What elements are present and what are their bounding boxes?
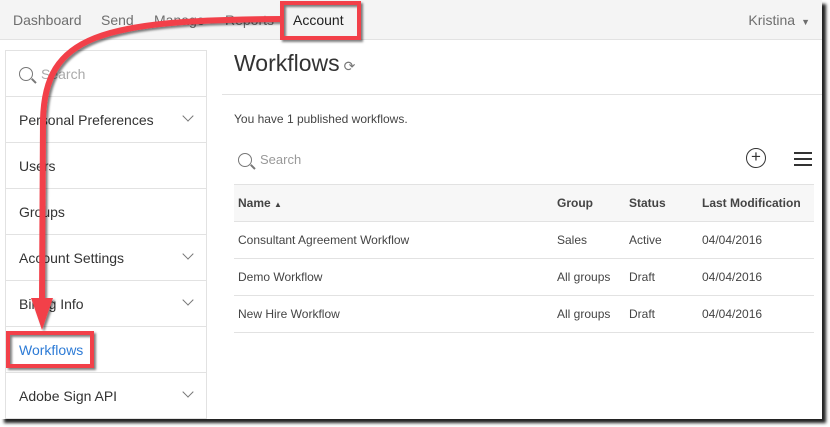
- column-status[interactable]: Status: [625, 184, 698, 222]
- caret-down-icon: ▼: [801, 17, 810, 27]
- chevron-down-icon: [182, 110, 194, 122]
- chevron-down-icon: [182, 294, 194, 306]
- divider: [222, 94, 822, 95]
- sidebar-search[interactable]: Search: [6, 51, 206, 97]
- table-row[interactable]: New Hire Workflow All groups Draft 04/04/20…: [234, 295, 814, 333]
- cell-date: 04/04/2016: [698, 295, 814, 333]
- label: Billing Info: [19, 295, 84, 312]
- chevron-down-icon: [182, 248, 194, 260]
- cell-status: Draft: [625, 295, 698, 333]
- label: Users: [19, 157, 56, 174]
- search-placeholder: Search: [260, 152, 302, 167]
- cell-name[interactable]: Consultant Agreement Workflow: [234, 221, 553, 259]
- sidebar-item-groups[interactable]: Groups: [6, 189, 206, 235]
- active-tab-indicator: [293, 37, 343, 40]
- nav-manage[interactable]: Manage: [154, 12, 205, 28]
- cell-group: All groups: [553, 258, 625, 296]
- column-group[interactable]: Group: [553, 184, 625, 222]
- user-name: Kristina: [748, 12, 796, 28]
- label: Adobe Sign API: [19, 387, 118, 404]
- label: Workflows: [19, 341, 84, 358]
- page-title: Workflows ⟳: [234, 50, 355, 77]
- header-label: Name: [238, 196, 271, 210]
- search-icon: [19, 66, 33, 81]
- search-placeholder: Search: [41, 65, 86, 82]
- user-menu[interactable]: Kristina ▼: [748, 12, 810, 28]
- search-icon: [238, 152, 252, 167]
- cell-date: 04/04/2016: [698, 258, 814, 296]
- cell-group: Sales: [553, 221, 625, 259]
- cell-name[interactable]: Demo Workflow: [234, 258, 553, 296]
- cell-group: All groups: [553, 295, 625, 333]
- label: Personal Preferences: [19, 111, 154, 128]
- nav-account[interactable]: Account: [293, 12, 344, 28]
- sidebar: Search Personal Preferences Users Groups…: [5, 50, 207, 419]
- cell-status: Active: [625, 221, 698, 259]
- table-row[interactable]: Demo Workflow All groups Draft 04/04/2016: [234, 258, 814, 296]
- workflows-table: Name ▲ Group Status Last Modification Co…: [234, 184, 814, 333]
- cell-date: 04/04/2016: [698, 221, 814, 259]
- label: Account Settings: [19, 249, 125, 266]
- app-window: Dashboard Send Manage Reports Account Kr…: [0, 0, 822, 419]
- sidebar-item-personal-preferences[interactable]: Personal Preferences: [6, 97, 206, 143]
- workflow-search[interactable]: Search: [238, 152, 301, 167]
- column-name[interactable]: Name ▲: [234, 184, 553, 222]
- top-nav: Dashboard Send Manage Reports Account Kr…: [0, 0, 822, 40]
- nav-dashboard[interactable]: Dashboard: [13, 12, 82, 28]
- table-row[interactable]: Consultant Agreement Workflow Sales Active…: [234, 221, 814, 259]
- sidebar-item-billing-info[interactable]: Billing Info: [6, 281, 206, 327]
- published-count: You have 1 published workflows.: [234, 112, 408, 126]
- sort-asc-icon: ▲: [274, 200, 282, 209]
- sidebar-item-workflows[interactable]: Workflows: [6, 327, 206, 373]
- nav-send[interactable]: Send: [101, 12, 134, 28]
- sidebar-item-adobe-sign-api[interactable]: Adobe Sign API: [6, 373, 206, 419]
- sidebar-item-account-settings[interactable]: Account Settings: [6, 235, 206, 281]
- nav-reports[interactable]: Reports: [225, 12, 274, 28]
- cell-name[interactable]: New Hire Workflow: [234, 295, 553, 333]
- column-last-modification[interactable]: Last Modification: [698, 184, 814, 222]
- cell-status: Draft: [625, 258, 698, 296]
- add-workflow-button[interactable]: +: [746, 148, 766, 168]
- menu-icon[interactable]: [794, 152, 812, 170]
- label: Groups: [19, 203, 65, 220]
- sidebar-item-users[interactable]: Users: [6, 143, 206, 189]
- title-text: Workflows: [234, 50, 340, 76]
- chevron-down-icon: [182, 386, 194, 398]
- refresh-icon[interactable]: ⟳: [344, 58, 356, 74]
